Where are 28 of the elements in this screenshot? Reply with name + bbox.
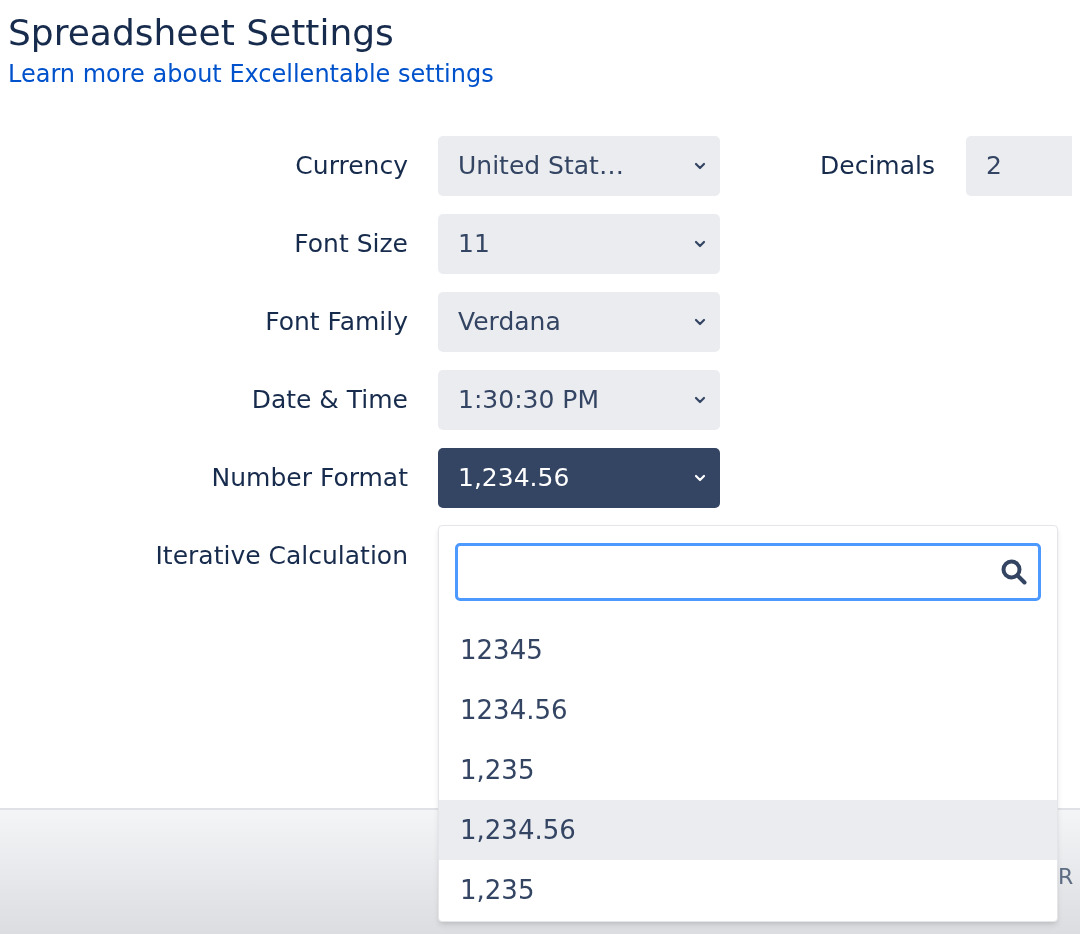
field-label: Currency — [294, 150, 408, 183]
field-label: Font Size — [293, 228, 408, 261]
field-label: Date & Time — [250, 384, 408, 417]
search-field[interactable] — [455, 543, 1041, 601]
field-label: Decimals — [820, 150, 935, 183]
field-label: Iterative Calculation — [154, 540, 408, 573]
select-dropdown[interactable]: 1,234.56 — [438, 448, 720, 508]
chevron-down-icon — [694, 162, 706, 170]
field-label: Number Format — [210, 462, 408, 495]
search-icon — [1000, 558, 1028, 586]
help-link[interactable]: Learn more about Excellentable settings — [8, 58, 494, 90]
select-dropdown[interactable]: 1:30:30 PM — [438, 370, 720, 430]
select-dropdown[interactable]: Verdana — [438, 292, 720, 352]
dropdown-option[interactable]: 1234.56 — [439, 680, 1057, 740]
select-dropdown[interactable]: 2 — [965, 136, 1072, 196]
select-dropdown[interactable]: 11 — [438, 214, 720, 274]
chevron-down-icon — [694, 396, 706, 404]
chevron-down-icon — [694, 318, 706, 326]
dropdown-option[interactable]: 1,235 — [439, 860, 1057, 920]
dropdown-option[interactable]: 12345 — [439, 620, 1057, 680]
page-title: Spreadsheet Settings — [8, 11, 394, 55]
chevron-down-icon — [694, 240, 706, 248]
footer-button-label[interactable]: R — [1058, 860, 1074, 893]
field-label: Font Family — [264, 306, 408, 339]
dropdown-option[interactable]: 1,234.56 — [439, 800, 1057, 860]
chevron-down-icon — [694, 474, 706, 482]
select-dropdown[interactable]: United Stat… — [438, 136, 720, 196]
dropdown-option[interactable]: 1,235 — [439, 740, 1057, 800]
